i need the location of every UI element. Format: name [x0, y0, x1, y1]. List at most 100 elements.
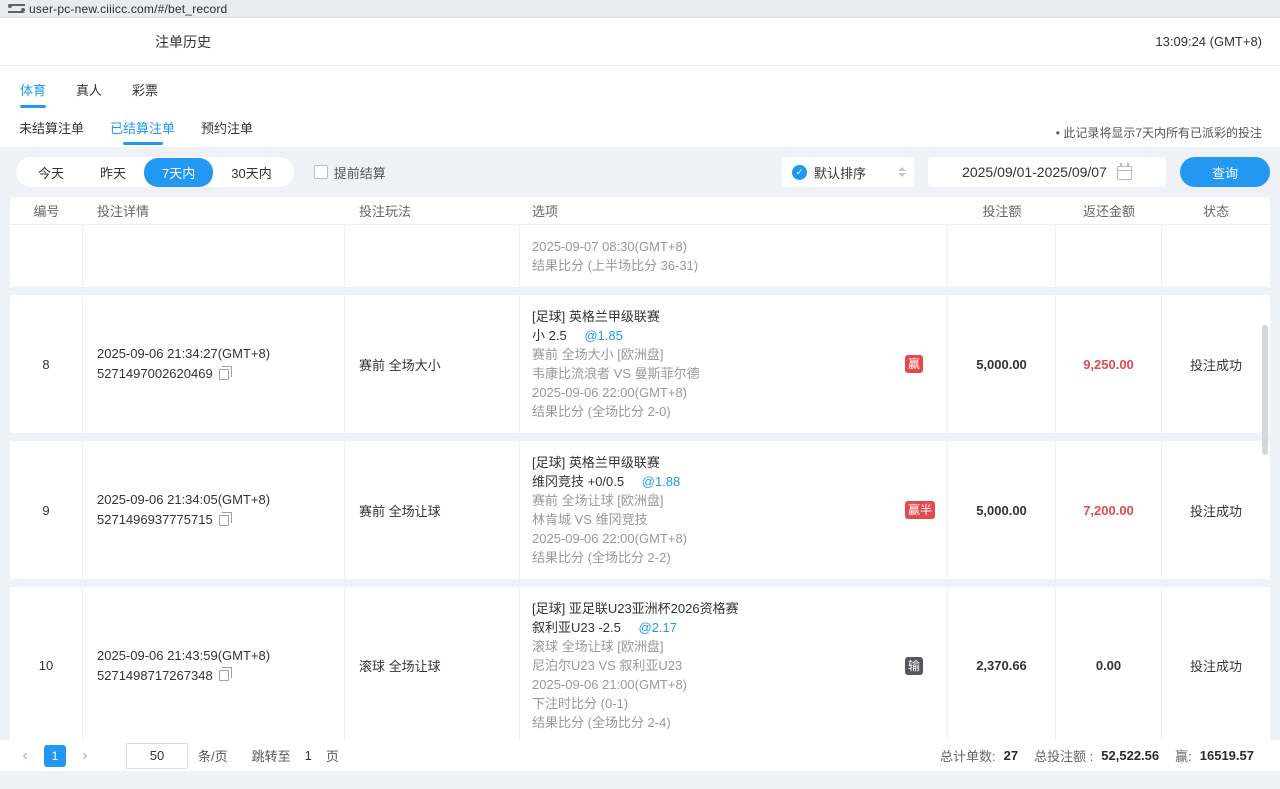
cell-payout	[1056, 225, 1162, 287]
ticket-number: 5271498717267348	[97, 666, 213, 686]
sub-tabs-row: 未结算注单 已结算注单 预约注单 • 此记录将显示7天内所有已派彩的投注	[18, 108, 1280, 147]
ticket-number: 5271497002620469	[97, 364, 213, 384]
sort-arrows-icon	[898, 167, 906, 177]
cell-bet-detail: 2025-09-06 21:43:59(GMT+8) 5271498717267…	[83, 587, 345, 744]
copy-icon[interactable]	[219, 369, 229, 380]
checkbox-icon[interactable]	[314, 165, 328, 179]
option-text: [足球] 英格兰甲级联赛 小 2.5 @1.85 赛前 全场大小 [欧洲盘]韦康…	[520, 307, 905, 421]
option-text: [足球] 亚足联U23亚洲杯2026资格赛 叙利亚U23 -2.5 @2.17 …	[520, 599, 905, 732]
cell-payout: 9,250.00	[1056, 295, 1162, 433]
cell-play-type: 滚球 全场让球	[345, 587, 520, 744]
cell-bet-index: 9	[10, 441, 83, 579]
scrollbar-thumb[interactable]	[1262, 325, 1268, 455]
result-badge: 赢	[905, 355, 923, 373]
option-gray-line: 赛前 全场让球 [欧洲盘]	[532, 491, 905, 510]
next-page-button[interactable]: ›	[76, 748, 94, 764]
site-icon	[8, 3, 21, 14]
sub-tabs: 未结算注单 已结算注单 预约注单	[18, 118, 254, 147]
cell-bet-index	[10, 225, 83, 287]
pick-selection: 维冈竞技 +0/0.5	[532, 474, 624, 489]
total-count-value: 27	[1004, 748, 1018, 763]
cell-stake: 2,370.66	[948, 587, 1056, 744]
option-gray-line: 结果比分 (上半场比分 36-31)	[532, 256, 905, 275]
badge-column: 赢	[905, 307, 947, 421]
result-badge: 赢半	[905, 501, 935, 519]
copy-icon[interactable]	[219, 670, 229, 681]
cell-option: [足球] 英格兰甲级联赛 小 2.5 @1.85 赛前 全场大小 [欧洲盘]韦康…	[520, 295, 948, 433]
range-today[interactable]: 今天	[20, 158, 82, 187]
subtab-unsettled[interactable]: 未结算注单	[18, 118, 85, 147]
cell-payout: 7,200.00	[1056, 441, 1162, 579]
cell-stake	[948, 225, 1056, 287]
cell-status	[1162, 225, 1270, 287]
total-win-label: 赢:	[1175, 746, 1192, 765]
option-gray-line: 林肯城 VS 维冈竞技	[532, 510, 905, 529]
range-7days[interactable]: 7天内	[144, 158, 213, 187]
copy-icon[interactable]	[219, 515, 229, 526]
option-gray-line: 结果比分 (全场比分 2-2)	[532, 548, 905, 567]
range-yesterday[interactable]: 昨天	[82, 158, 144, 187]
per-page-label: 条/页	[198, 746, 228, 765]
league-name: [足球] 亚足联U23亚洲杯2026资格赛	[532, 599, 905, 618]
cell-bet-detail: 2025-09-06 21:34:27(GMT+8) 5271497002620…	[83, 295, 345, 433]
subtab-settled[interactable]: 已结算注单	[109, 118, 176, 147]
tab-sports[interactable]: 体育	[18, 78, 48, 108]
col-option: 选项	[520, 201, 948, 220]
option-gray-line: 2025-09-06 22:00(GMT+8)	[532, 383, 905, 402]
pick-selection: 叙利亚U23 -2.5	[532, 620, 621, 635]
notice-text: • 此记录将显示7天内所有已派彩的投注	[1056, 124, 1262, 141]
cell-status: 投注成功	[1162, 587, 1270, 744]
sort-select[interactable]: ✓ 默认排序	[782, 157, 914, 187]
page-size-input[interactable]	[126, 743, 188, 769]
badge-column	[905, 237, 947, 275]
prev-page-button[interactable]: ‹	[16, 748, 34, 764]
date-range-input[interactable]: 2025/09/01-2025/09/07	[928, 157, 1166, 187]
option-gray-line: 结果比分 (全场比分 2-4)	[532, 713, 905, 732]
option-gray-line: 2025-09-06 21:00(GMT+8)	[532, 675, 905, 694]
cell-stake: 5,000.00	[948, 295, 1056, 433]
league-name: [足球] 英格兰甲级联赛	[532, 453, 905, 472]
col-status: 状态	[1162, 201, 1270, 220]
option-gray-line: 尼泊尔U23 VS 叙利亚U23	[532, 656, 905, 675]
table-row: 9 2025-09-06 21:34:05(GMT+8) 52714969377…	[10, 441, 1270, 579]
col-payout: 返还金额	[1056, 201, 1162, 220]
option-gray-line: 下注时比分 (0-1)	[532, 694, 905, 713]
cell-bet-detail	[83, 225, 345, 287]
cell-option: [足球] 亚足联U23亚洲杯2026资格赛 叙利亚U23 -2.5 @2.17 …	[520, 587, 948, 744]
pick-line: 叙利亚U23 -2.5 @2.17	[532, 618, 905, 637]
option-gray-line: 滚球 全场让球 [欧洲盘]	[532, 637, 905, 656]
search-button[interactable]: 查询	[1180, 157, 1270, 187]
col-play: 投注玩法	[345, 201, 520, 220]
cell-play-type: 赛前 全场大小	[345, 295, 520, 433]
option-detail-lines: 赛前 全场让球 [欧洲盘]林肯城 VS 维冈竞技2025-09-06 22:00…	[532, 491, 905, 567]
table-row: 8 2025-09-06 21:34:27(GMT+8) 52714970026…	[10, 295, 1270, 433]
cell-option: 2025-09-07 08:30(GMT+8)结果比分 (上半场比分 36-31…	[520, 225, 948, 287]
tab-lottery[interactable]: 彩票	[130, 78, 160, 108]
cell-option: [足球] 英格兰甲级联赛 维冈竞技 +0/0.5 @1.88 赛前 全场让球 […	[520, 441, 948, 579]
browser-url-bar[interactable]: user-pc-new.ciiicc.com/#/bet_record	[0, 0, 1280, 18]
main-tabs: 体育 真人 彩票	[18, 66, 1280, 108]
col-detail: 投注详情	[83, 201, 345, 220]
option-gray-line: 结果比分 (全场比分 2-0)	[532, 402, 905, 421]
range-30days[interactable]: 30天内	[213, 158, 289, 187]
page-1-button[interactable]: 1	[44, 745, 66, 767]
early-settle-checkbox[interactable]: 提前结算	[314, 163, 386, 182]
subtab-reserved[interactable]: 预约注单	[200, 118, 254, 147]
clock-text: 13:09:24 (GMT+8)	[1155, 34, 1262, 49]
option-detail-lines: 滚球 全场让球 [欧洲盘]尼泊尔U23 VS 叙利亚U232025-09-06 …	[532, 637, 905, 732]
page-unit-label: 页	[326, 746, 339, 765]
totals: 总计单数: 27 总投注额 : 52,522.56 赢: 16519.57	[940, 746, 1262, 765]
jump-page-value[interactable]: 1	[301, 748, 316, 763]
early-settle-label: 提前结算	[334, 163, 386, 182]
table-row: 10 2025-09-06 21:43:59(GMT+8) 5271498717…	[10, 587, 1270, 744]
total-stake-label: 总投注额 :	[1034, 746, 1093, 765]
badge-column: 输	[905, 599, 947, 732]
option-gray-line: 2025-09-07 08:30(GMT+8)	[532, 237, 905, 256]
url-text: user-pc-new.ciiicc.com/#/bet_record	[29, 2, 227, 16]
cell-status: 投注成功	[1162, 295, 1270, 433]
bet-time: 2025-09-06 21:34:27(GMT+8)	[97, 344, 344, 364]
tab-live[interactable]: 真人	[74, 78, 104, 108]
odds-value: @1.85	[584, 328, 623, 343]
option-text: 2025-09-07 08:30(GMT+8)结果比分 (上半场比分 36-31…	[520, 237, 905, 275]
cell-stake: 5,000.00	[948, 441, 1056, 579]
